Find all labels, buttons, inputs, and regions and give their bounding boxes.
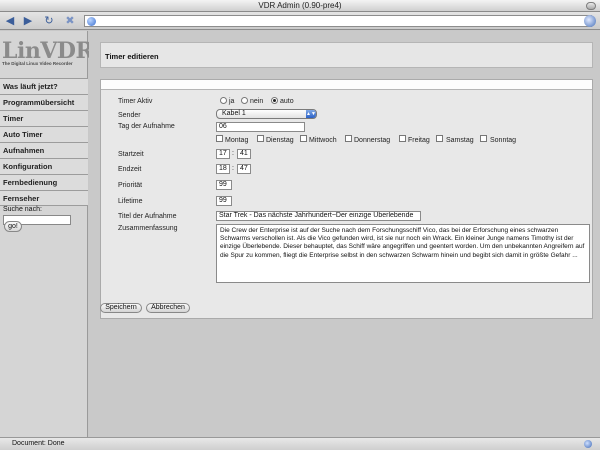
search-label: Suche nach: bbox=[3, 206, 42, 213]
end-time-label: Endzeit bbox=[118, 166, 142, 173]
weekday-saturday-label: Samstag bbox=[446, 137, 474, 144]
priority-input[interactable]: 99 bbox=[216, 180, 232, 190]
reload-icon[interactable]: ↻ bbox=[42, 14, 56, 28]
window-title: VDR Admin (0.90-pre4) bbox=[258, 1, 342, 10]
nav-item-program-overview[interactable]: Programmübersicht bbox=[0, 94, 88, 110]
start-hour-input[interactable]: 17 bbox=[216, 149, 230, 159]
weekday-sunday-checkbox[interactable] bbox=[480, 135, 487, 142]
sidebar: LinVDR The Digital Linux Video Recorder … bbox=[0, 31, 94, 437]
chevron-down-icon: ▲▼ bbox=[306, 110, 316, 118]
start-minute-input[interactable]: 41 bbox=[237, 149, 251, 159]
back-icon[interactable]: ◀ bbox=[3, 14, 17, 28]
window-title-bar: VDR Admin (0.90-pre4) bbox=[0, 0, 600, 12]
channel-select-value: Kabel 1 bbox=[222, 110, 246, 117]
weekday-monday-checkbox[interactable] bbox=[216, 135, 223, 142]
cancel-button[interactable]: Abbrechen bbox=[146, 303, 190, 313]
nav-item-timer[interactable]: Timer bbox=[0, 110, 88, 126]
logo: LinVDR The Digital Linux Video Recorder bbox=[2, 38, 94, 68]
timer-form: Timer Aktiv ja nein auto Sender Kabel 1 … bbox=[100, 79, 593, 319]
search-go-button[interactable]: go! bbox=[4, 221, 22, 232]
nav-item-remote-control[interactable]: Fernbedienung bbox=[0, 174, 88, 190]
nav-item-recordings[interactable]: Aufnahmen bbox=[0, 142, 88, 158]
priority-label: Priorität bbox=[118, 182, 143, 189]
nav-item-configuration[interactable]: Konfiguration bbox=[0, 158, 88, 174]
summary-label: Zusammenfassung bbox=[118, 225, 178, 232]
start-time-label: Startzeit bbox=[118, 151, 144, 158]
window-zoom-button[interactable] bbox=[586, 2, 596, 10]
status-text: Document: Done bbox=[12, 440, 65, 447]
timer-active-no-label: nein bbox=[250, 98, 264, 105]
timer-active-yes-radio[interactable] bbox=[220, 97, 227, 104]
timer-active-label: Timer Aktiv bbox=[118, 98, 153, 105]
stop-icon[interactable]: ✖ bbox=[63, 14, 77, 28]
weekday-thursday-checkbox[interactable] bbox=[345, 135, 352, 142]
lifetime-label: Lifetime bbox=[118, 198, 143, 205]
nav-item-whats-on[interactable]: Was läuft jetzt? bbox=[0, 78, 88, 94]
recording-title-label: Titel der Aufnahme bbox=[118, 213, 177, 220]
browser-toolbar: ◀ ▶ ↻ ✖ bbox=[0, 12, 600, 30]
address-bar[interactable] bbox=[84, 15, 592, 27]
weekday-tuesday-label: Dienstag bbox=[266, 137, 294, 144]
main-content: Timer editieren Timer Aktiv ja nein auto… bbox=[89, 31, 600, 437]
day-label: Tag der Aufnahme bbox=[118, 123, 175, 130]
lifetime-input[interactable]: 99 bbox=[216, 196, 232, 206]
channel-select[interactable]: Kabel 1 ▲▼ bbox=[216, 109, 317, 119]
channel-label: Sender bbox=[118, 112, 141, 119]
weekday-sunday-label: Sonntag bbox=[490, 137, 517, 144]
weekday-friday-label: Freitag bbox=[408, 137, 430, 144]
end-minute-input[interactable]: 47 bbox=[237, 164, 251, 174]
recording-title-input[interactable]: Star Trek - Das nächste Jahrhundert~Der … bbox=[216, 211, 421, 221]
logo-text: LinVDR bbox=[2, 38, 94, 64]
weekday-saturday-checkbox[interactable] bbox=[436, 135, 443, 142]
throbber-icon bbox=[584, 15, 596, 27]
globe-icon bbox=[87, 17, 96, 26]
day-input[interactable]: 06 bbox=[216, 122, 305, 132]
end-hour-input[interactable]: 18 bbox=[216, 164, 230, 174]
nav-item-auto-timer[interactable]: Auto Timer bbox=[0, 126, 88, 142]
nav-item-tv[interactable]: Fernseher bbox=[0, 190, 88, 206]
weekday-monday-label: Montag bbox=[225, 137, 249, 144]
weekday-wednesday-checkbox[interactable] bbox=[300, 135, 307, 142]
end-time-separator: : bbox=[232, 165, 234, 172]
weekday-friday-checkbox[interactable] bbox=[399, 135, 406, 142]
page-header: Timer editieren bbox=[100, 42, 593, 68]
page-title: Timer editieren bbox=[105, 52, 159, 61]
weekday-tuesday-checkbox[interactable] bbox=[257, 135, 264, 142]
form-header-strip bbox=[101, 80, 592, 90]
timer-active-no-radio[interactable] bbox=[241, 97, 248, 104]
connection-icon bbox=[584, 440, 592, 448]
weekday-wednesday-label: Mittwoch bbox=[309, 137, 337, 144]
weekday-thursday-label: Donnerstag bbox=[354, 137, 391, 144]
summary-textarea[interactable]: Die Crew der Enterprise ist auf der Such… bbox=[216, 224, 590, 283]
status-bar: Document: Done bbox=[0, 437, 600, 450]
nav-menu: Was läuft jetzt? Programmübersicht Timer… bbox=[0, 78, 88, 206]
timer-active-auto-radio[interactable] bbox=[271, 97, 278, 104]
timer-active-auto-label: auto bbox=[280, 98, 294, 105]
start-time-separator: : bbox=[232, 150, 234, 157]
timer-active-yes-label: ja bbox=[229, 98, 235, 105]
forward-icon[interactable]: ▶ bbox=[21, 14, 35, 28]
save-button[interactable]: Speichern bbox=[100, 303, 142, 313]
